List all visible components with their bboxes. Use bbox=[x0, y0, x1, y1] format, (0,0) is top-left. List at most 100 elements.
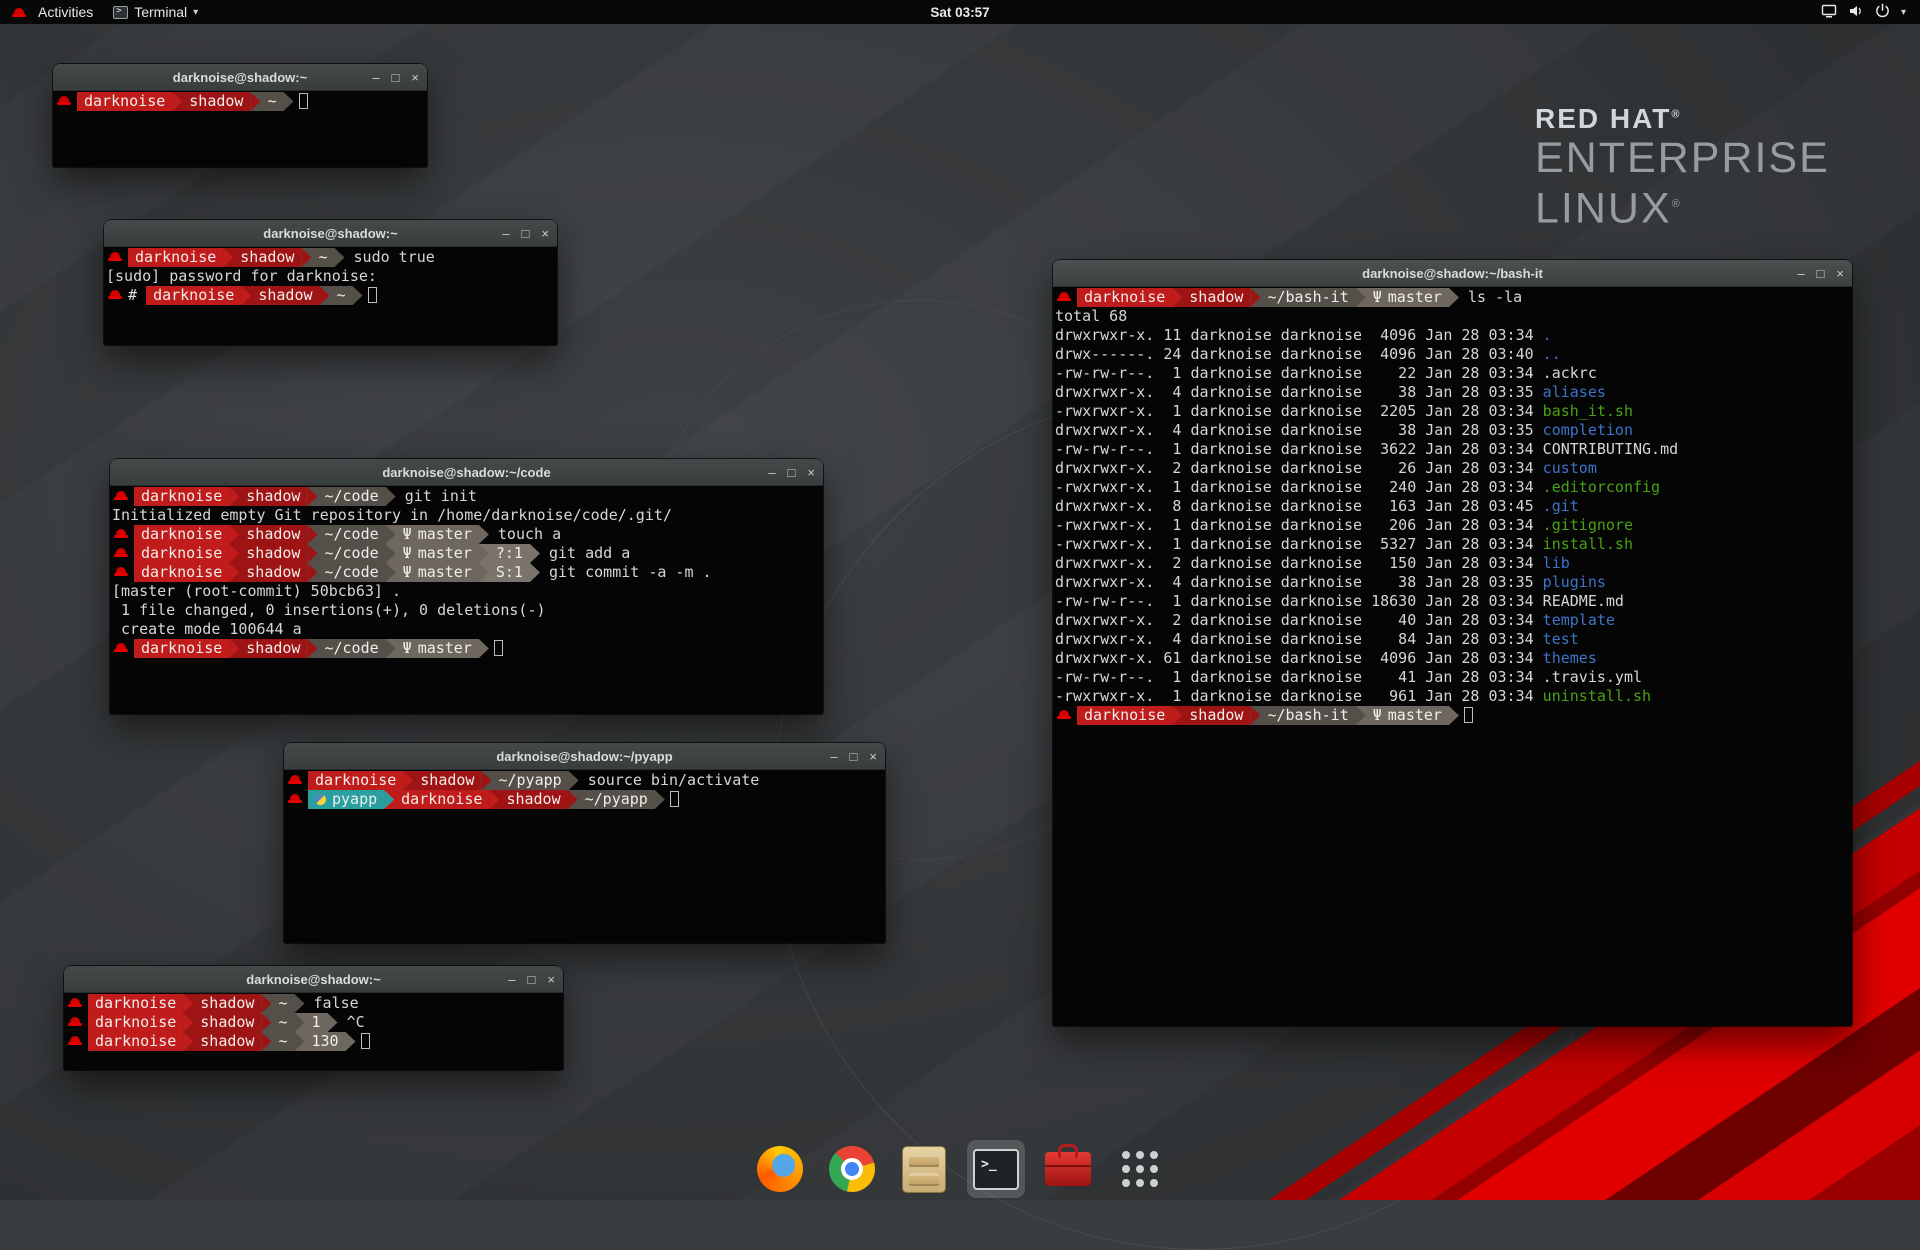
maximize-button[interactable]: □ bbox=[1817, 267, 1825, 280]
terminal-body[interactable]: darknoiseshadow~ falsedarknoiseshadow~1 … bbox=[64, 993, 563, 1051]
window-title: darknoise@shadow:~/code bbox=[382, 465, 550, 480]
minimize-button[interactable]: – bbox=[830, 750, 837, 763]
redhat-icon bbox=[114, 527, 129, 542]
prompt-segment-host: shadow bbox=[239, 563, 307, 582]
prompt-segment-user: darknoise bbox=[128, 248, 223, 267]
prompt-segment-host: shadow bbox=[193, 1032, 261, 1051]
terminal-window[interactable]: darknoise@shadow:~–□×darknoiseshadow~ bbox=[53, 64, 427, 167]
window-titlebar[interactable]: darknoise@shadow:~/pyapp–□× bbox=[284, 743, 885, 770]
minimize-button[interactable]: – bbox=[508, 973, 515, 986]
window-controls: –□ × bbox=[372, 64, 419, 90]
close-button[interactable]: × bbox=[547, 973, 555, 986]
close-button[interactable]: × bbox=[807, 466, 815, 479]
terminal-window[interactable]: darknoise@shadow:~/bash-it–□×darknoisesh… bbox=[1053, 260, 1852, 1026]
window-titlebar[interactable]: darknoise@shadow:~–□× bbox=[53, 64, 427, 91]
minimize-button[interactable]: – bbox=[502, 227, 509, 240]
terminal-line: -rwxrwxr-x. 1 darknoise darknoise 2205 J… bbox=[1055, 402, 1852, 421]
dock-chrome-icon[interactable] bbox=[825, 1142, 879, 1196]
firefox-icon bbox=[757, 1146, 803, 1192]
terminal-body[interactable]: darknoiseshadow~ sudo true[sudo] passwor… bbox=[104, 247, 557, 305]
redhat-icon bbox=[68, 1015, 83, 1030]
prompt-segment-label: darknoise bbox=[153, 286, 234, 304]
prompt-segment-label: darknoise bbox=[141, 563, 222, 581]
terminal-line: -rw-rw-r--. 1 darknoise darknoise 18630 … bbox=[1055, 592, 1852, 611]
command-text: ls -la bbox=[1468, 288, 1522, 306]
prompt-segment-git: Ψmaster bbox=[1366, 706, 1449, 725]
window-titlebar[interactable]: darknoise@shadow:~–□× bbox=[64, 966, 563, 993]
close-button[interactable]: × bbox=[869, 750, 877, 763]
prompt-segment-host: shadow bbox=[193, 1013, 261, 1032]
minimize-button[interactable]: – bbox=[372, 71, 379, 84]
app-menu-label: Terminal bbox=[134, 4, 187, 20]
file-meta: drwxrwxr-x. 4 darknoise darknoise 38 Jan… bbox=[1055, 421, 1534, 439]
maximize-button[interactable]: □ bbox=[392, 71, 400, 84]
dock-show-applications-icon[interactable] bbox=[1113, 1142, 1167, 1196]
terminal-window[interactable]: darknoise@shadow:~/pyapp–□×darknoiseshad… bbox=[284, 743, 885, 943]
prompt-segment-label: shadow bbox=[1189, 706, 1243, 724]
window-titlebar[interactable]: darknoise@shadow:~–□× bbox=[104, 220, 557, 247]
powerline-arrow-icon bbox=[346, 1032, 356, 1051]
powerline-arrow-icon bbox=[223, 248, 233, 267]
powerline-arrow-icon bbox=[479, 525, 489, 544]
powerline-arrow-icon bbox=[241, 286, 251, 305]
minimize-button[interactable]: – bbox=[768, 466, 775, 479]
powerline-arrow-icon bbox=[1250, 288, 1260, 307]
clock[interactable]: Sat 03:57 bbox=[930, 5, 989, 20]
chrome-icon bbox=[829, 1146, 875, 1192]
dock-files-icon[interactable] bbox=[897, 1142, 951, 1196]
power-icon bbox=[1875, 3, 1890, 21]
maximize-button[interactable]: □ bbox=[850, 750, 858, 763]
terminal-line: darknoiseshadow~ bbox=[55, 92, 427, 111]
command-text: false bbox=[314, 994, 359, 1012]
terminal-line: 1 file changed, 0 insertions(+), 0 delet… bbox=[112, 601, 823, 620]
file-meta: -rw-rw-r--. 1 darknoise darknoise 41 Jan… bbox=[1055, 668, 1534, 686]
window-titlebar[interactable]: darknoise@shadow:~/bash-it–□× bbox=[1053, 260, 1852, 287]
system-status-area[interactable]: ▾ bbox=[1813, 0, 1914, 24]
prompt-segment-user: darknoise bbox=[146, 286, 241, 305]
terminal-window[interactable]: darknoise@shadow:~–□×darknoiseshadow~ su… bbox=[104, 220, 557, 345]
branch-icon: Ψ bbox=[1373, 706, 1382, 724]
maximize-button[interactable]: □ bbox=[788, 466, 796, 479]
terminal-line: darknoiseshadow~/codeΨmasterS:1 git comm… bbox=[112, 563, 823, 582]
output-text: total 68 bbox=[1055, 307, 1127, 325]
prompt-segment-path: ~ bbox=[271, 1013, 294, 1032]
window-controls: –□ × bbox=[1797, 260, 1844, 286]
terminal-body[interactable]: darknoiseshadow~/pyapp source bin/activa… bbox=[284, 770, 885, 809]
terminal-line: drwxrwxr-x. 61 darknoise darknoise 4096 … bbox=[1055, 649, 1852, 668]
window-titlebar[interactable]: darknoise@shadow:~/code –□ × bbox=[110, 459, 823, 486]
terminal-body[interactable]: darknoiseshadow~/bash-itΨmaster ls -lato… bbox=[1053, 287, 1852, 725]
prompt-segment-gitstatus: S:1 bbox=[489, 563, 530, 582]
output-text: Initialized empty Git repository in /hom… bbox=[112, 506, 672, 524]
terminal-window[interactable]: darknoise@shadow:~/code –□ × darknoise shado… bbox=[110, 459, 823, 714]
prompt-segment-label: master bbox=[418, 544, 472, 562]
terminal-window[interactable]: darknoise@shadow:~–□×darknoiseshadow~ fa… bbox=[64, 966, 563, 1070]
dock-terminal-icon[interactable] bbox=[969, 1142, 1023, 1196]
close-button[interactable]: × bbox=[541, 227, 549, 240]
prompt-segment-git: Ψmaster bbox=[396, 639, 479, 658]
prompt-segment-label: ~/code bbox=[324, 639, 378, 657]
app-menu-button[interactable]: Terminal ▾ bbox=[103, 0, 208, 24]
dock-software-icon[interactable] bbox=[1041, 1142, 1095, 1196]
maximize-button[interactable]: □ bbox=[528, 973, 536, 986]
close-button[interactable]: × bbox=[1836, 267, 1844, 280]
terminal-body[interactable]: darknoiseshadow~ bbox=[53, 91, 427, 111]
prompt-segment-label: darknoise bbox=[135, 248, 216, 266]
terminal-line: drwxrwxr-x. 2 darknoise darknoise 26 Jan… bbox=[1055, 459, 1852, 478]
volume-icon bbox=[1848, 4, 1864, 21]
maximize-button[interactable]: □ bbox=[522, 227, 530, 240]
powerline-arrow-icon bbox=[261, 994, 271, 1013]
terminal-line: drwxrwxr-x. 4 darknoise darknoise 38 Jan… bbox=[1055, 573, 1852, 592]
branch-icon: Ψ bbox=[403, 563, 412, 581]
prompt-segment-path: ~ bbox=[271, 994, 294, 1013]
activities-button[interactable]: Activities bbox=[0, 0, 103, 24]
chevron-down-icon: ▾ bbox=[1901, 7, 1906, 18]
prompt-segment-label: darknoise bbox=[401, 790, 482, 808]
powerline-arrow-icon bbox=[530, 563, 540, 582]
prompt-segment-exit: 130 bbox=[305, 1032, 346, 1051]
dock-firefox-icon[interactable] bbox=[753, 1142, 807, 1196]
file-meta: -rwxrwxr-x. 1 darknoise darknoise 206 Ja… bbox=[1055, 516, 1534, 534]
prompt-segment-host: shadow bbox=[182, 92, 250, 111]
terminal-body[interactable]: darknoiseshadow~/code git initInitialize… bbox=[110, 486, 823, 658]
minimize-button[interactable]: – bbox=[1797, 267, 1804, 280]
close-button[interactable]: × bbox=[411, 71, 419, 84]
